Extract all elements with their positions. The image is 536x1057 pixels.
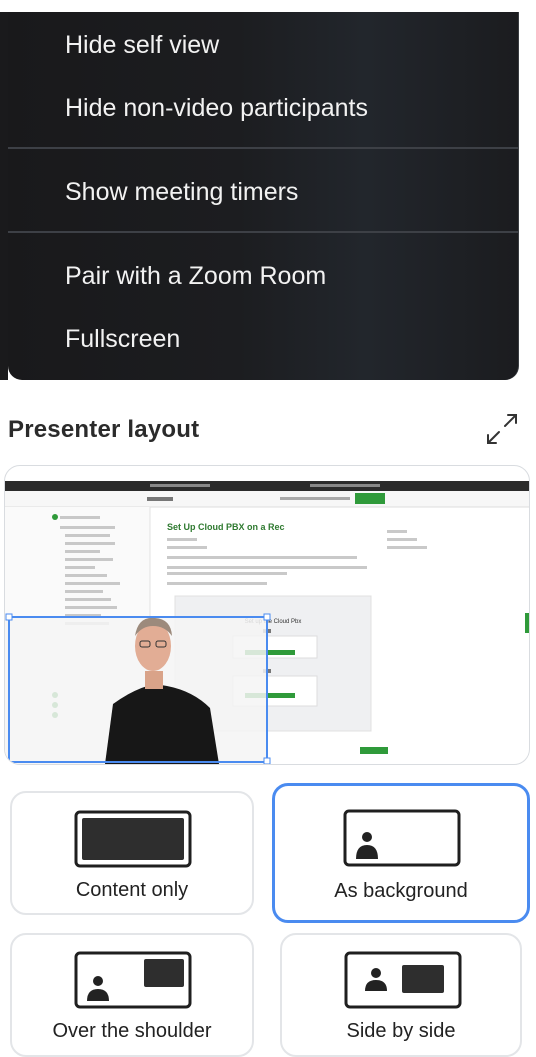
content-only-icon [74,810,192,868]
menu-edge [0,12,8,380]
card-label: Content only [75,879,189,901]
menu-item-hide-self-view[interactable]: Hide self view [65,30,219,60]
card-label: Side by side [346,1020,456,1042]
layout-preview: Set Up Cloud PBX on a Rec Set up the Clo… [4,465,530,765]
layout-option-content-only[interactable]: Content only [10,791,254,915]
side-by-side-icon [344,951,462,1009]
menu-item-pair-zoom-room[interactable]: Pair with a Zoom Room [65,261,326,291]
preview-screenshot: Set Up Cloud PBX on a Rec Set up the Clo… [5,481,529,764]
expand-icon [487,414,517,444]
menu-item-fullscreen[interactable]: Fullscreen [65,324,180,354]
preview-page-heading: Set Up Cloud PBX on a Rec [167,522,285,532]
card-label: As background [334,880,468,902]
expand-button[interactable] [484,411,520,447]
layout-option-side-by-side[interactable]: Side by side [280,933,522,1057]
presenter-layout-title: Presenter layout [8,416,200,443]
as-background-icon [343,809,461,867]
menu-separator [8,147,518,149]
layout-option-over-the-shoulder[interactable]: Over the shoulder [10,933,254,1057]
view-menu: Hide self view Hide non-video participan… [0,0,536,380]
card-label: Over the shoulder [52,1020,212,1042]
over-the-shoulder-icon [74,951,192,1009]
menu-item-hide-non-video-participants[interactable]: Hide non-video participants [65,93,368,123]
menu-item-show-meeting-timers[interactable]: Show meeting timers [65,177,298,207]
menu-separator [8,231,518,233]
layout-option-as-background[interactable]: As background [272,783,530,923]
